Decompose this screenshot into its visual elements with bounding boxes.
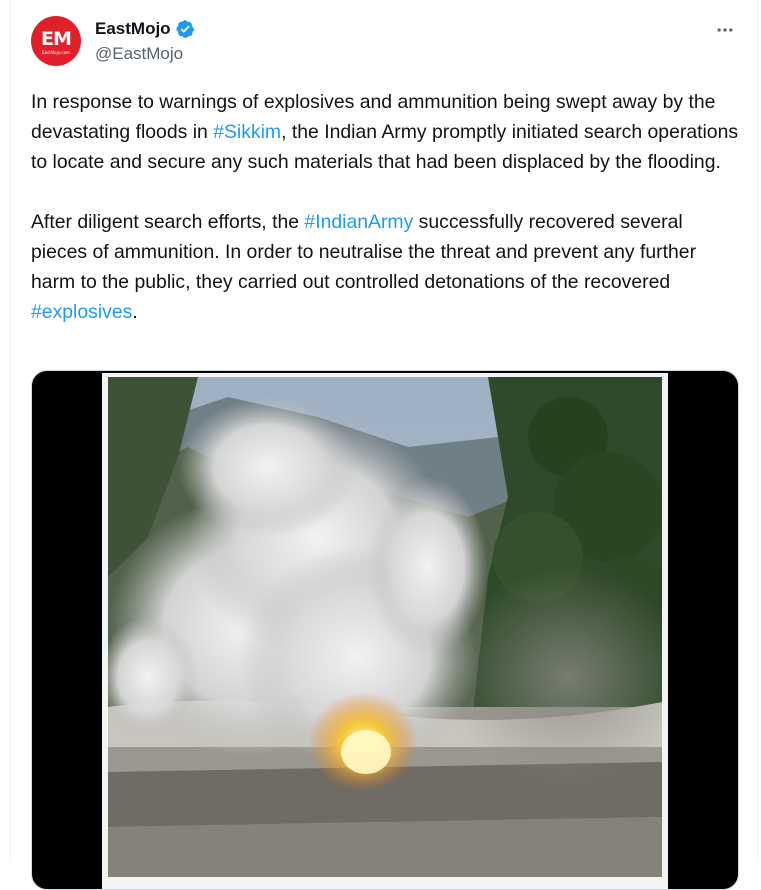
tweet-paragraph-2: After diligent search efforts, the #Indi… <box>31 207 743 327</box>
user-handle[interactable]: @EastMojo <box>95 44 183 64</box>
avatar-logo-text: EM <box>41 28 72 50</box>
text-segment: . <box>132 301 138 323</box>
text-segment: After diligent search efforts, the <box>31 211 305 233</box>
verified-badge-icon <box>175 19 195 39</box>
hashtag-link-sikkim[interactable]: #Sikkim <box>213 121 281 143</box>
name-row: EastMojo <box>95 19 195 39</box>
explosion-scene-image <box>108 377 662 877</box>
tweet-paragraph-1: In response to warnings of explosives an… <box>31 87 743 177</box>
more-options-icon[interactable] <box>713 18 737 42</box>
avatar-logo-subtext: EastMojo.com <box>42 50 70 55</box>
avatar[interactable]: EM EastMojo.com <box>31 16 81 66</box>
hashtag-link-indianarmy[interactable]: #IndianArmy <box>304 211 413 233</box>
video-frame <box>102 373 668 889</box>
hashtag-link-explosives[interactable]: #explosives <box>31 301 132 323</box>
tweet-text: In response to warnings of explosives an… <box>31 87 743 327</box>
tweet-card[interactable]: EM EastMojo.com EastMojo @EastMojo In re… <box>10 0 758 890</box>
display-name[interactable]: EastMojo <box>95 19 171 39</box>
tweet-header: EM EastMojo.com EastMojo @EastMojo <box>31 16 737 68</box>
video-media[interactable] <box>31 370 739 890</box>
